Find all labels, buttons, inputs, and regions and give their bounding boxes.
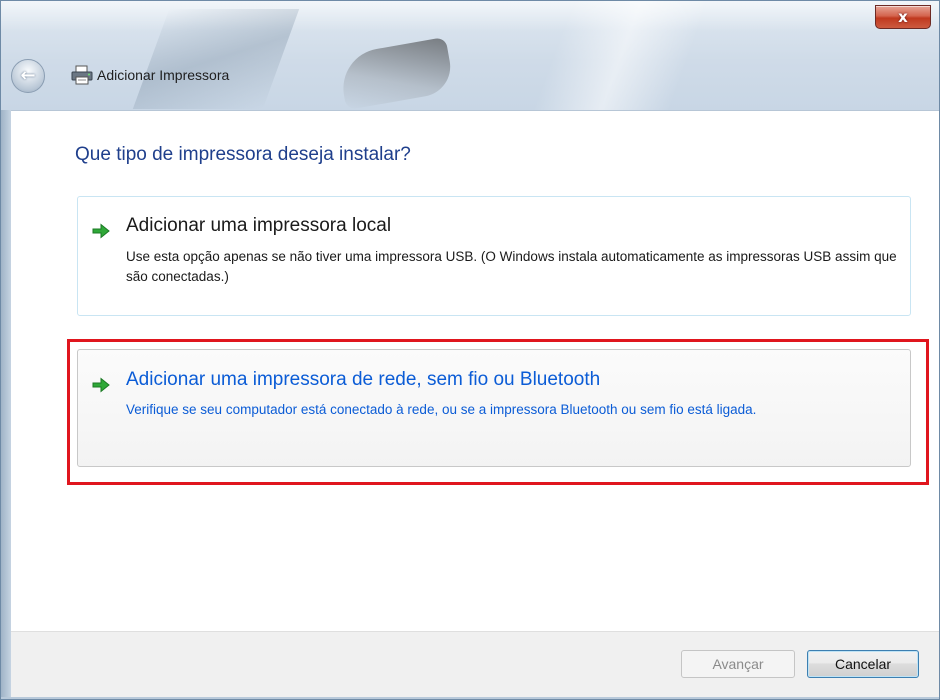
- green-arrow-icon: [92, 223, 110, 239]
- close-icon: x: [898, 7, 908, 26]
- cancel-button[interactable]: Cancelar: [807, 650, 919, 678]
- printer-icon: [71, 65, 93, 85]
- next-button[interactable]: Avançar: [681, 650, 795, 678]
- page-heading: Que tipo de impressora deseja instalar?: [75, 144, 411, 165]
- add-printer-window: x ← Adicionar Impressora Que tipo de imp…: [0, 0, 940, 700]
- option-title: Adicionar uma impressora local: [126, 215, 392, 236]
- option-add-local-printer[interactable]: Adicionar uma impressora local Use esta …: [77, 196, 911, 316]
- close-button[interactable]: x: [875, 5, 931, 29]
- back-button[interactable]: ←: [11, 59, 45, 93]
- wizard-footer: Avançar Cancelar: [11, 631, 939, 697]
- glass-reflection: [471, 1, 771, 111]
- window-frame-left: [1, 110, 11, 697]
- glass-reflection: [337, 36, 455, 111]
- option-description: Use esta opção apenas se não tiver uma i…: [126, 249, 897, 284]
- window-title: Adicionar Impressora: [97, 67, 230, 83]
- back-arrow-icon: ←: [20, 65, 36, 86]
- highlight-box: [67, 339, 929, 485]
